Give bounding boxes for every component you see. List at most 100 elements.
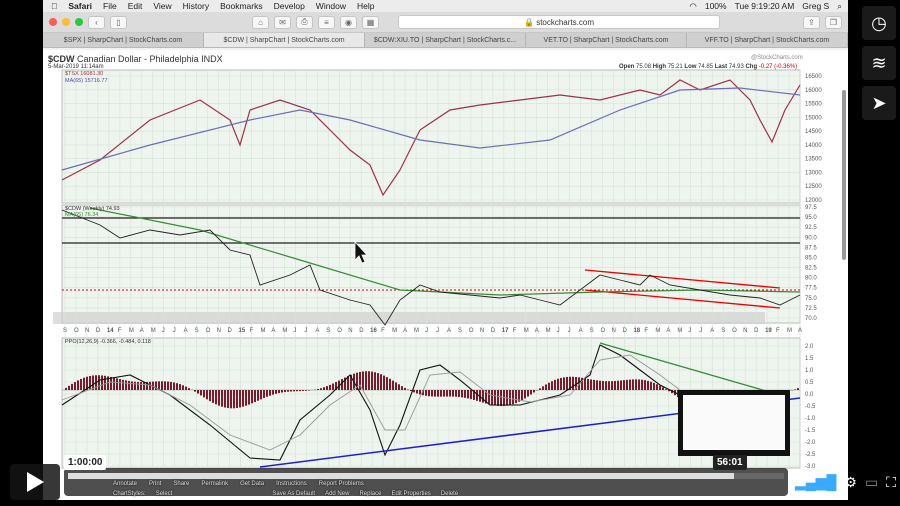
x-axis-tick: M bbox=[655, 328, 660, 334]
instructions-link[interactable]: Instructions bbox=[276, 481, 307, 487]
x-axis-tick: 17 bbox=[502, 328, 509, 334]
histogram-bar bbox=[248, 390, 250, 405]
menu-help[interactable]: Help bbox=[357, 1, 374, 11]
tab-spx[interactable]: $SPX | SharpChart | StockCharts.com bbox=[43, 33, 204, 47]
replace-link[interactable]: Replace bbox=[359, 491, 381, 497]
histogram-bar bbox=[182, 385, 184, 390]
x-axis-tick: J bbox=[304, 328, 307, 334]
close-window-button[interactable] bbox=[49, 18, 57, 26]
histogram-bar bbox=[533, 390, 535, 393]
fullscreen-icon[interactable]: ⛶ bbox=[886, 474, 896, 491]
histogram-bar bbox=[563, 377, 565, 390]
clock-icon[interactable]: ◷ bbox=[862, 6, 896, 40]
zoom-window-button[interactable] bbox=[75, 18, 83, 26]
menu-bookmarks[interactable]: Bookmarks bbox=[220, 1, 263, 11]
hover-time-tooltip: 1:00:00 bbox=[64, 455, 107, 470]
report-problems-link[interactable]: Report Problems bbox=[319, 481, 364, 487]
tab-vet[interactable]: VET.TO | SharpChart | StockCharts.com bbox=[526, 33, 687, 47]
menu-window[interactable]: Window bbox=[316, 1, 346, 11]
layers-icon[interactable]: ≋ bbox=[862, 46, 896, 80]
clock[interactable]: Tue 9:19:20 AM bbox=[735, 1, 795, 12]
histogram-bar bbox=[620, 380, 622, 390]
menu-develop[interactable]: Develop bbox=[274, 1, 305, 11]
mail-icon[interactable]: ✉ bbox=[274, 15, 291, 29]
battery-label[interactable]: 100% bbox=[705, 1, 727, 12]
histogram-bar bbox=[431, 390, 433, 397]
x-axis-tick: N bbox=[612, 328, 616, 334]
x-axis-tick: S bbox=[458, 328, 462, 334]
apple-icon[interactable]:  bbox=[51, 1, 57, 11]
histogram-bar bbox=[470, 390, 472, 400]
print-link[interactable]: Print bbox=[149, 481, 161, 487]
menu-safari[interactable]: Safari bbox=[68, 1, 92, 11]
histogram-bar bbox=[113, 377, 115, 390]
cdw-axis-tick: 92.5 bbox=[805, 225, 817, 231]
histogram-bar bbox=[392, 380, 394, 390]
user-name[interactable]: Greg S bbox=[802, 1, 829, 12]
menu-view[interactable]: View bbox=[153, 1, 171, 11]
send-icon[interactable]: ➤ bbox=[862, 86, 896, 120]
x-axis-tick: A bbox=[184, 328, 188, 334]
home-icon[interactable]: ⌂ bbox=[252, 15, 269, 29]
histogram-bar bbox=[251, 390, 253, 404]
reader-icon[interactable]: ≡ bbox=[318, 15, 335, 29]
menu-history[interactable]: History bbox=[183, 1, 209, 11]
minimize-window-button[interactable] bbox=[62, 18, 70, 26]
x-axis-tick: A bbox=[315, 328, 319, 334]
histogram-bar bbox=[440, 390, 442, 397]
extension-icon[interactable]: ◉ bbox=[340, 15, 357, 29]
save-default-link[interactable]: Save As Default bbox=[272, 491, 315, 497]
progress-track[interactable] bbox=[68, 473, 784, 479]
extension2-icon[interactable]: ▦ bbox=[362, 15, 379, 29]
airplay-icon[interactable]: ▭ bbox=[865, 474, 878, 491]
menu-edit[interactable]: Edit bbox=[128, 1, 143, 11]
tab-cdw-xiu[interactable]: $CDW:XIU.TO | SharpChart | StockCharts.c… bbox=[365, 33, 526, 47]
spotlight-icon[interactable]: ⌕ bbox=[837, 1, 842, 12]
page-scrollbar[interactable] bbox=[842, 90, 846, 260]
histogram-bar bbox=[305, 390, 307, 391]
tab-cdw[interactable]: $CDW | SharpChart | StockCharts.com bbox=[204, 33, 365, 47]
x-axis-tick: N bbox=[217, 328, 221, 334]
tsx-axis-tick: 14000 bbox=[805, 143, 822, 149]
volume-icon[interactable]: ▂▄▆█ bbox=[795, 474, 836, 491]
histogram-bar bbox=[446, 390, 448, 397]
play-button[interactable] bbox=[10, 464, 60, 500]
tabs-icon[interactable]: ❐ bbox=[825, 15, 842, 29]
x-axis-tick: J bbox=[688, 328, 691, 334]
annotate-link[interactable]: Annotate bbox=[113, 481, 137, 487]
add-new-link[interactable]: Add New bbox=[325, 491, 349, 497]
get-data-link[interactable]: Get Data bbox=[240, 481, 264, 487]
sidebar-icon[interactable]: ▯ bbox=[110, 15, 127, 29]
edit-properties-link[interactable]: Edit Properties bbox=[391, 491, 430, 497]
ppo-axis-tick: 0.0 bbox=[805, 392, 814, 398]
x-axis-tick: 19 bbox=[765, 328, 772, 334]
x-axis-tick: J bbox=[699, 328, 702, 334]
x-axis-tick: A bbox=[798, 328, 802, 334]
histogram-bar bbox=[608, 381, 610, 390]
histogram-bar bbox=[377, 373, 379, 390]
x-axis-tick: A bbox=[140, 328, 144, 334]
back-icon[interactable]: ‹ bbox=[88, 15, 105, 29]
delete-link[interactable]: Delete bbox=[441, 491, 458, 497]
share-link[interactable]: Share bbox=[173, 481, 189, 487]
settings-gear-icon[interactable]: ⚙ bbox=[844, 474, 857, 491]
histogram-bar bbox=[539, 388, 541, 390]
address-bar[interactable]: 🔒 stockcharts.com bbox=[398, 15, 720, 29]
wifi-icon[interactable]: ◠ bbox=[689, 1, 696, 12]
x-axis-tick: F bbox=[381, 328, 385, 334]
tab-vff[interactable]: VFF.TO | SharpChart | StockCharts.com bbox=[687, 33, 848, 47]
histogram-bar bbox=[437, 390, 439, 397]
histogram-bar bbox=[572, 376, 574, 390]
histogram-bar bbox=[140, 382, 142, 390]
print-icon[interactable]: ⎙ bbox=[296, 15, 313, 29]
menu-file[interactable]: File bbox=[103, 1, 117, 11]
ppo-axis-tick: -1.5 bbox=[805, 428, 816, 434]
histogram-bar bbox=[548, 382, 550, 390]
share-icon[interactable]: ⇪ bbox=[803, 15, 820, 29]
chartstyles-select[interactable]: Select bbox=[156, 491, 173, 497]
histogram-bar bbox=[185, 386, 187, 390]
permalink-link[interactable]: Permalink bbox=[201, 481, 228, 487]
x-axis-tick: J bbox=[293, 328, 296, 334]
histogram-bar bbox=[134, 381, 136, 390]
histogram-bar bbox=[161, 381, 163, 390]
